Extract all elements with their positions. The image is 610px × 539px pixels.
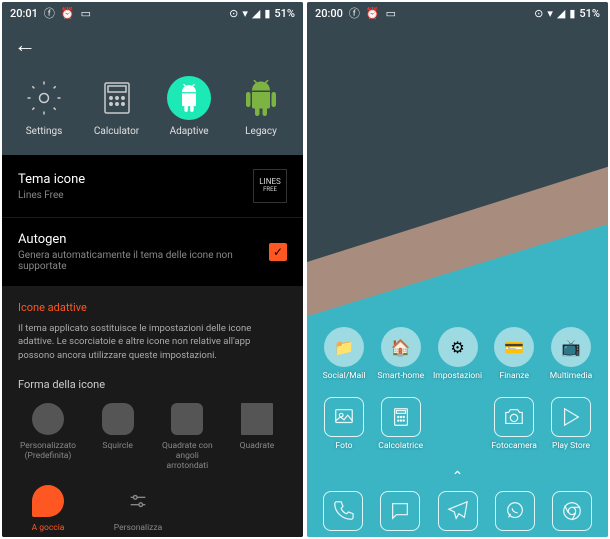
teardrop-icon bbox=[32, 485, 64, 517]
folder-icon: 📁 bbox=[324, 327, 364, 367]
adaptive-heading: Icone adattive bbox=[18, 301, 287, 314]
app-drawer-arrow-icon[interactable]: ⌃ bbox=[319, 469, 596, 485]
sliders-icon bbox=[122, 485, 154, 517]
shape-rounded[interactable]: Quadrate con angoli arrotondati bbox=[157, 403, 217, 472]
folder-settings[interactable]: ⚙ Impostazioni bbox=[433, 327, 483, 381]
app-photos[interactable]: Foto bbox=[319, 397, 369, 451]
dock-chrome[interactable] bbox=[552, 491, 592, 531]
camera-icon bbox=[494, 397, 534, 437]
signal-icon: ◢ bbox=[557, 7, 565, 20]
app-legacy[interactable]: Legacy bbox=[239, 76, 283, 137]
folder-smarthome[interactable]: 🏠 Smart-home bbox=[376, 327, 426, 381]
shape-label: Forma della icone bbox=[18, 378, 287, 391]
photos-icon bbox=[324, 397, 364, 437]
facebook-icon: ⓕ bbox=[44, 5, 55, 21]
app-calculator[interactable]: Calcolatrice bbox=[376, 397, 426, 451]
app-adaptive[interactable]: Adaptive bbox=[167, 76, 211, 137]
dock bbox=[319, 491, 596, 531]
shape-default[interactable]: Personalizzato (Predefinita) bbox=[18, 403, 78, 472]
folder-social[interactable]: 📁 Social/Mail bbox=[319, 327, 369, 381]
status-bar-right: 20:00 ⓕ ⏰ ▭ ⊙ ▾ ◢ ▮ 51% bbox=[307, 2, 608, 24]
circle-icon bbox=[32, 403, 64, 435]
wifi-icon: ▾ bbox=[547, 7, 553, 20]
folder-icon: 📺 bbox=[551, 327, 591, 367]
autogen-checkbox[interactable]: ✓ bbox=[269, 243, 287, 261]
dock-messages[interactable] bbox=[380, 491, 420, 531]
adaptive-section: Icone adattive Il tema applicato sostitu… bbox=[2, 287, 303, 537]
calculator-icon bbox=[381, 397, 421, 437]
battery-icon: ▮ bbox=[569, 7, 575, 20]
square-icon bbox=[241, 403, 273, 435]
play-icon bbox=[551, 397, 591, 437]
status-time: 20:01 bbox=[10, 7, 38, 20]
shape-customize[interactable]: Personalizza bbox=[108, 485, 168, 533]
app-row: Foto Calcolatrice Fotocamera Play Store bbox=[319, 397, 596, 451]
dock-phone[interactable] bbox=[323, 491, 363, 531]
folder-icon: ⚙ bbox=[438, 327, 478, 367]
folder-icon: 💳 bbox=[494, 327, 534, 367]
alarm-icon: ⏰ bbox=[366, 7, 380, 20]
rounded-square-icon bbox=[171, 403, 203, 435]
vpn-icon: ⊙ bbox=[534, 7, 543, 20]
notification-icon: ▭ bbox=[81, 7, 91, 20]
app-calculator[interactable]: Calculator bbox=[94, 76, 139, 137]
autogen-row[interactable]: Autogen Genera automaticamente il tema d… bbox=[2, 218, 303, 287]
folder-row: 📁 Social/Mail 🏠 Smart-home ⚙ Impostazion… bbox=[319, 327, 596, 381]
dock-telegram[interactable] bbox=[438, 491, 478, 531]
shape-drop[interactable]: A goccia bbox=[18, 485, 78, 533]
app-playstore[interactable]: Play Store bbox=[546, 397, 596, 451]
folder-finance[interactable]: 💳 Finanze bbox=[489, 327, 539, 381]
settings-screen: 20:01 ⓕ ⏰ ▭ ⊙ ▾ ◢ ▮ 51% ← Settings bbox=[2, 2, 303, 537]
dock-whatsapp[interactable] bbox=[495, 491, 535, 531]
header-section: ← Settings Calculator Adaptive Legacy bbox=[2, 24, 303, 155]
app-camera[interactable]: Fotocamera bbox=[489, 397, 539, 451]
signal-icon: ◢ bbox=[252, 7, 260, 20]
shape-squircle[interactable]: Squircle bbox=[88, 403, 148, 472]
battery-pct: 51% bbox=[579, 7, 600, 20]
alarm-icon: ⏰ bbox=[61, 7, 75, 20]
folder-multimedia[interactable]: 📺 Multimedia bbox=[546, 327, 596, 381]
wifi-icon: ▾ bbox=[242, 7, 248, 20]
battery-icon: ▮ bbox=[264, 7, 270, 20]
home-screen: 20:00 ⓕ ⏰ ▭ ⊙ ▾ ◢ ▮ 51% 📁 Social/Ma bbox=[307, 2, 608, 537]
lines-badge-icon: LINES FREE bbox=[253, 169, 287, 203]
status-time: 20:00 bbox=[315, 7, 343, 20]
theme-row[interactable]: Tema icone Lines Free LINES FREE bbox=[2, 155, 303, 218]
notification-icon: ▭ bbox=[386, 7, 396, 20]
facebook-icon: ⓕ bbox=[349, 5, 360, 21]
adaptive-desc: Il tema applicato sostituisce le imposta… bbox=[18, 322, 287, 362]
battery-pct: 51% bbox=[274, 7, 295, 20]
back-arrow-icon[interactable]: ← bbox=[14, 32, 36, 58]
status-bar-left: 20:01 ⓕ ⏰ ▭ ⊙ ▾ ◢ ▮ 51% bbox=[2, 2, 303, 24]
squircle-icon bbox=[102, 403, 134, 435]
shape-square[interactable]: Quadrate bbox=[227, 403, 287, 472]
vpn-icon: ⊙ bbox=[229, 7, 238, 20]
folder-icon: 🏠 bbox=[381, 327, 421, 367]
app-settings[interactable]: Settings bbox=[22, 76, 66, 137]
